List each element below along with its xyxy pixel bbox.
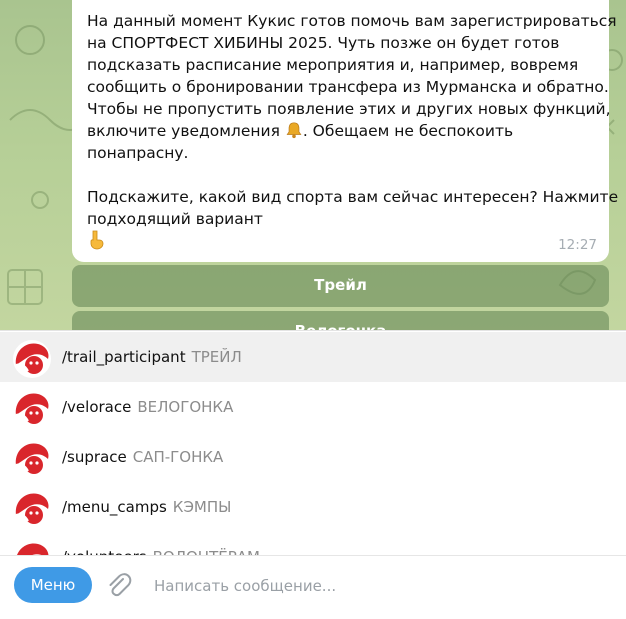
message-line: Подскажите, какой вид спорта вам сейчас … [87, 188, 619, 206]
paperclip-icon[interactable] [104, 571, 134, 601]
message-line: сообщить о бронировании трансфера из Мур… [87, 78, 609, 96]
keyboard-button-trail[interactable]: Трейл [72, 265, 609, 307]
command-name: /velorace [62, 398, 132, 416]
command-description: САП-ГОНКА [132, 448, 224, 466]
command-item[interactable]: /trail_participant ТРЕЙЛ [0, 332, 626, 382]
bot-avatar-icon [13, 440, 51, 478]
message-input[interactable] [152, 570, 596, 602]
bot-avatar-icon [13, 340, 51, 378]
message-line: на СПОРТФЕСТ ХИБИНЫ 2025. Чуть позже он … [87, 34, 560, 52]
command-suggestions: /trail_participant ТРЕЙЛ /velorace ВЕЛОГОН… [0, 330, 626, 556]
command-item[interactable]: /menu_camps КЭМПЫ [0, 482, 626, 532]
command-name: /suprace [62, 448, 127, 466]
command-description: КЭМПЫ [172, 498, 232, 516]
message-line: понапрасну. [87, 144, 189, 162]
bot-message-bubble: На данный момент Кукис готов помочь вам … [72, 0, 619, 262]
command-name: /menu_camps [62, 498, 167, 516]
command-text: /velorace ВЕЛОГОНКА [62, 398, 233, 416]
bot-avatar-icon [13, 390, 51, 428]
message-time: 12:27 [558, 237, 597, 253]
message-line: На данный момент Кукис готов помочь вам … [87, 12, 617, 30]
menu-button[interactable]: Меню [14, 567, 92, 603]
command-item[interactable]: /velorace ВЕЛОГОНКА [0, 382, 626, 432]
message-line: подходящий вариант [87, 210, 263, 228]
bot-avatar-icon [13, 490, 51, 528]
message-text: включите уведомления [87, 122, 280, 140]
command-name: /trail_participant [62, 348, 186, 366]
message-text: . Обещаем не беспокоить [302, 122, 514, 140]
command-item[interactable]: /volunteersВОЛОНТЁРАМ [0, 532, 626, 556]
message-line: Чтобы не пропустить появление этих и дру… [87, 100, 611, 118]
command-text: /suprace САП-ГОНКА [62, 448, 223, 466]
message-line-notifications: включите уведомления . Обещаем не беспок… [87, 120, 595, 142]
message-composer: Меню [0, 555, 626, 619]
bot-avatar-icon [13, 540, 51, 556]
command-description: ВЕЛОГОНКА [137, 398, 234, 416]
message-line: подсказать расписание мероприятия и, нап… [87, 56, 579, 74]
command-text: /menu_camps КЭМПЫ [62, 498, 231, 516]
bell-icon [286, 122, 302, 139]
command-item[interactable]: /suprace САП-ГОНКА [0, 432, 626, 482]
pointing-down-icon [90, 230, 104, 250]
command-text: /trail_participant ТРЕЙЛ [62, 348, 242, 366]
command-description: ТРЕЙЛ [191, 348, 242, 366]
